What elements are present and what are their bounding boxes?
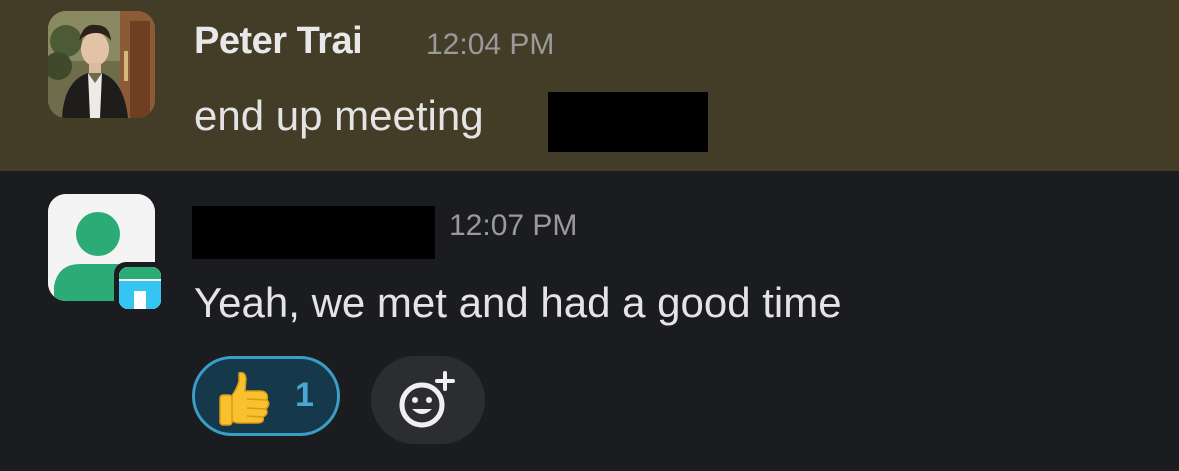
redacted-sender-name <box>192 206 435 259</box>
sender-name[interactable]: Peter Trai <box>194 20 363 63</box>
message-text: Yeah, we met and had a good time <box>194 279 842 326</box>
add-reaction-button[interactable] <box>371 356 485 444</box>
avatar[interactable] <box>48 11 155 118</box>
app-badge <box>114 262 166 314</box>
message-highlighted[interactable]: Peter Trai 12:04 PM end up meeting <box>0 0 1179 171</box>
message[interactable]: 12:07 PM Yeah, we met and had a good tim… <box>0 171 1179 471</box>
message-timestamp[interactable]: 12:04 PM <box>426 28 554 62</box>
redacted-text-block <box>548 92 708 152</box>
reaction-count: 1 <box>295 376 314 414</box>
thumbs-up-icon <box>219 371 270 426</box>
workspace-app-badge-icon <box>119 267 161 309</box>
message-timestamp[interactable]: 12:07 PM <box>449 209 577 243</box>
add-emoji-icon <box>399 371 455 428</box>
reaction-thumbs-up[interactable]: 1 <box>192 356 340 436</box>
message-text: end up meeting <box>194 92 484 139</box>
profile-photo-icon <box>48 11 155 118</box>
